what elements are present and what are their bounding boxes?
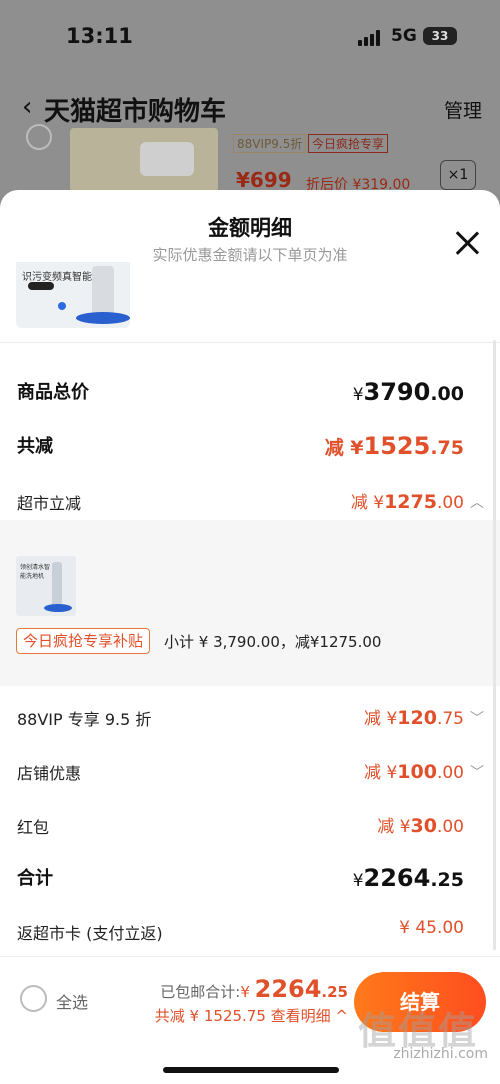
sum-label: 合计: [17, 868, 53, 889]
close-icon[interactable]: [454, 230, 480, 256]
home-indicator: [163, 1067, 339, 1073]
redpacket-label: 红包: [17, 818, 50, 837]
sum-value: ¥2264.25: [352, 864, 464, 892]
vip-value: 减 ¥120.75: [364, 707, 464, 729]
row-store-discount[interactable]: 店铺优惠 减 ¥100.00 ﹀: [0, 752, 500, 792]
detail-subtotal: 小计 ¥ 3,790.00，减¥1275.00: [164, 633, 382, 651]
vip-tag: 88VIP9.5折: [233, 134, 307, 153]
store-value: 减 ¥100.00: [364, 761, 464, 783]
redpacket-value: 减 ¥30.00: [377, 815, 464, 837]
market-discount-detail: 领创清水智能洗地机 今日疯抢专享补贴 小计 ¥ 3,790.00，减¥1275.…: [0, 520, 500, 686]
nav-bar: ‹ 天猫超市购物车 管理: [0, 88, 500, 128]
view-detail-link[interactable]: 共减 ¥ 1525.75 查看明细 ^: [155, 1005, 348, 1026]
flash-tag: 今日疯抢专享: [308, 134, 389, 153]
row-supermarket-card: 返超市卡 (支付立返) ¥ 45.00: [0, 912, 500, 952]
market-discount-value: 减 ¥1275.00: [350, 491, 464, 513]
select-all-checkbox[interactable]: [20, 985, 47, 1012]
quantity-stepper[interactable]: ×1: [440, 160, 476, 190]
row-total-price: 商品总价 ¥3790.00: [0, 372, 500, 412]
back-icon[interactable]: ‹: [22, 92, 32, 122]
page-title: 天猫超市购物车: [44, 97, 227, 127]
amount-detail-sheet: 金额明细 实际优惠金额请以下单页为准 识污变频真智能 商品总价 ¥3790.00…: [0, 190, 500, 1084]
market-discount-label: 超市立减: [17, 494, 82, 513]
card-value: ¥ 45.00: [399, 918, 464, 938]
detail-product-image: 领创清水智能洗地机: [16, 556, 76, 616]
item-checkbox[interactable]: [26, 124, 52, 150]
detail-image-caption: 领创清水智能洗地机: [20, 564, 51, 580]
total-discount-label: 共减: [17, 436, 53, 457]
row-red-packet: 红包 减 ¥30.00: [0, 806, 500, 846]
chevron-up-icon[interactable]: ︿: [470, 492, 484, 512]
network-label: 5G: [391, 26, 417, 46]
total-discount-value: 减 ¥1525.75: [324, 432, 464, 460]
select-all-label[interactable]: 全选: [56, 989, 88, 1013]
chevron-down-icon[interactable]: ﹀: [470, 762, 484, 782]
signal-icon: [358, 30, 384, 46]
product-image-caption: 识污变频真智能: [22, 272, 92, 283]
row-total-discount: 共减 减 ¥1525.75: [0, 426, 500, 466]
scrollbar[interactable]: [493, 340, 496, 950]
row-vip-discount[interactable]: 88VIP 专享 9.5 折 减 ¥120.75 ﹀: [0, 698, 500, 738]
chevron-down-icon[interactable]: ﹀: [470, 708, 484, 728]
battery-icon: 33: [423, 27, 457, 45]
total-price-label: 商品总价: [17, 382, 89, 403]
bottom-total: 已包邮合计:¥ 2264.25: [160, 975, 348, 1003]
card-label: 返超市卡 (支付立返): [17, 924, 163, 943]
product-image: 识污变频真智能: [16, 262, 130, 328]
cart-item: 88VIP9.5折 今日疯抢专享 ¥699 折后价 ¥319.00 ×1: [0, 124, 500, 198]
vip-label: 88VIP 专享 9.5 折: [17, 710, 152, 729]
sheet-title: 金额明细: [208, 216, 292, 240]
item-thumbnail: [70, 128, 218, 192]
watermark-text: zhizhizhi.com: [393, 1046, 488, 1062]
item-price: ¥699: [236, 168, 292, 192]
row-market-discount[interactable]: 超市立减 减 ¥1275.00 ︿: [0, 482, 500, 522]
status-bar: 13:11 5G 33: [0, 24, 500, 52]
store-label: 店铺优惠: [17, 764, 82, 783]
status-time: 13:11: [66, 24, 133, 48]
total-price-value: ¥3790.00: [352, 378, 464, 406]
subsidy-tag: 今日疯抢专享补贴: [16, 628, 151, 654]
manage-button[interactable]: 管理: [444, 96, 482, 123]
row-sum: 合计 ¥2264.25: [0, 858, 500, 898]
